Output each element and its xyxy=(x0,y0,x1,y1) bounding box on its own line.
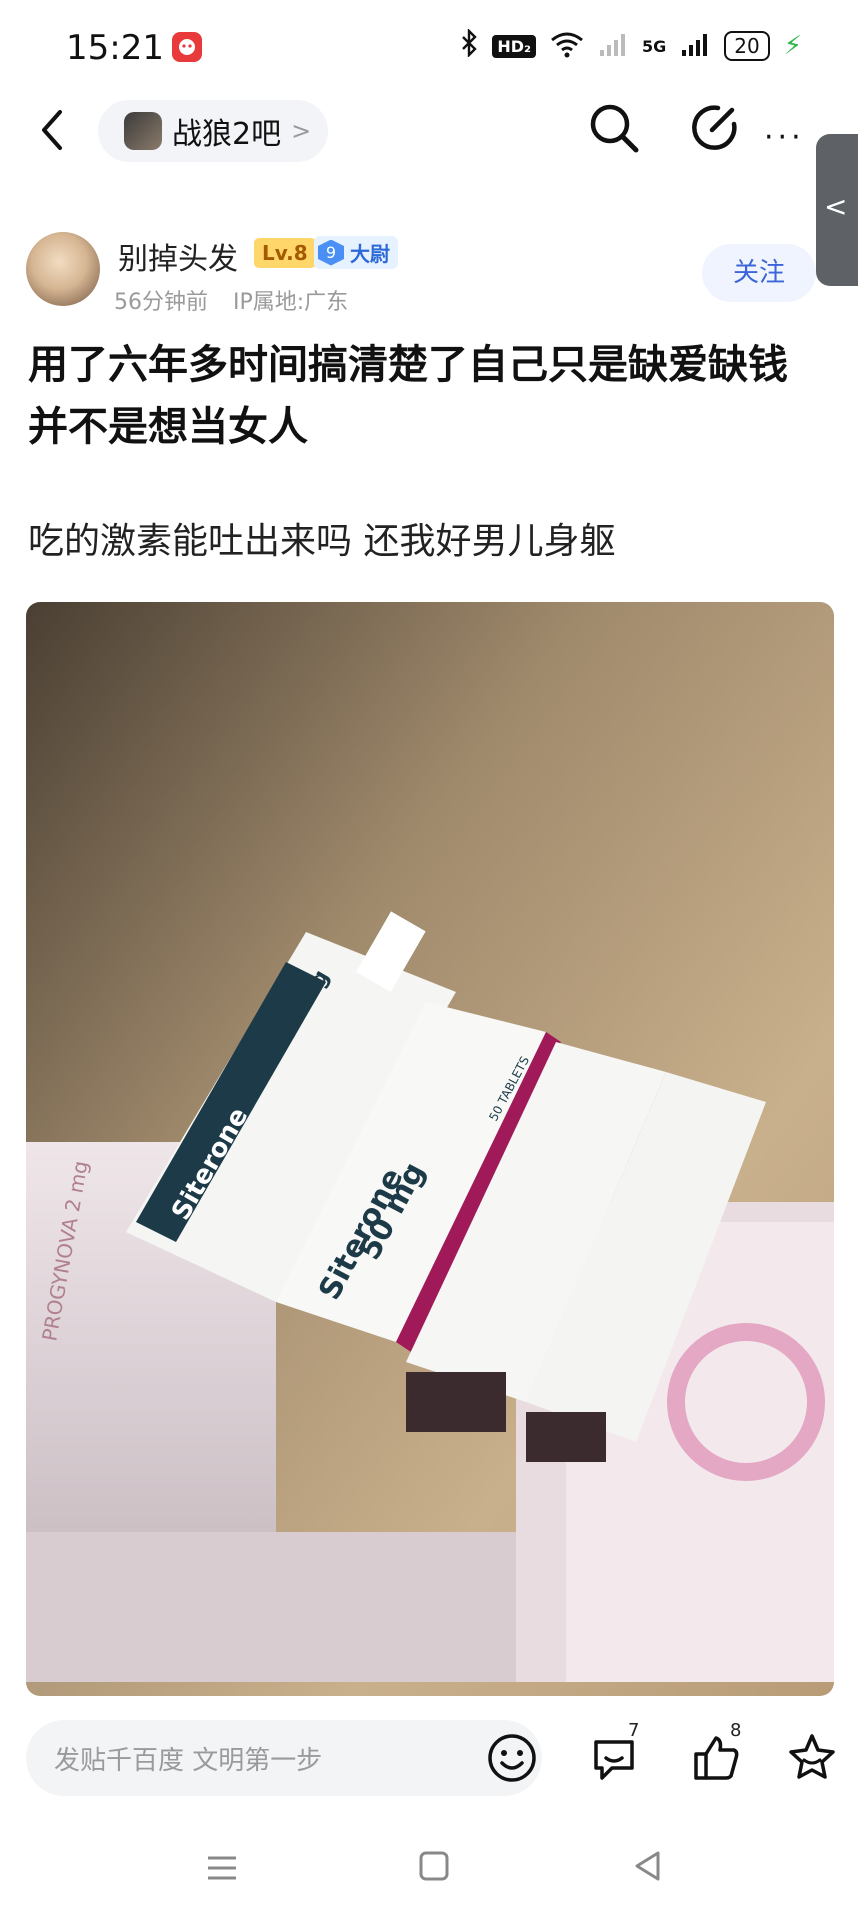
reply-input[interactable]: 发贴千百度 文明第一步 xyxy=(26,1720,542,1796)
rank-number: 9 xyxy=(318,239,344,266)
side-drawer-tab[interactable]: < xyxy=(816,134,858,286)
forum-name: 战狼2吧 xyxy=(172,117,282,152)
emoji-icon[interactable] xyxy=(484,1730,540,1786)
author-name[interactable]: 别掉头发 xyxy=(118,234,238,278)
more-icon[interactable]: ··· xyxy=(764,120,805,155)
bluetooth-icon xyxy=(460,28,478,63)
status-time: 15:21 xyxy=(66,28,164,68)
star-icon[interactable] xyxy=(782,1728,842,1788)
search-icon[interactable] xyxy=(584,98,644,158)
rank-badge: 9 大尉 xyxy=(314,236,398,269)
posted-time: 56分钟前 xyxy=(114,290,208,315)
like-count: 8 xyxy=(730,1720,742,1741)
post-meta: 56分钟前 IP属地:广东 xyxy=(114,284,348,316)
reply-placeholder: 发贴千百度 文明第一步 xyxy=(54,1746,323,1776)
follow-button[interactable]: 关注 xyxy=(702,244,816,302)
menu-icon[interactable] xyxy=(202,1848,242,1888)
author-avatar[interactable] xyxy=(26,232,100,306)
rank-title: 大尉 xyxy=(350,242,390,266)
comment-count: 7 xyxy=(628,1720,640,1741)
red-envelope-app-icon xyxy=(170,30,204,64)
chevron-right-icon: > xyxy=(291,117,312,145)
status-icons: HD₂ 5G 20 ⚡ xyxy=(460,26,802,66)
post-body: 吃的激素能吐出来吗 还我好男儿身躯 xyxy=(28,521,616,562)
home-icon[interactable] xyxy=(414,1846,454,1886)
forum-avatar xyxy=(124,112,162,150)
edit-icon[interactable] xyxy=(684,98,744,158)
ip-location: IP属地:广东 xyxy=(233,290,349,315)
chevron-left-icon: < xyxy=(824,190,848,223)
wifi-icon xyxy=(550,30,584,62)
forum-link[interactable]: 战狼2吧 > xyxy=(98,100,328,162)
signal-icon xyxy=(598,30,628,62)
charging-icon: ⚡ xyxy=(783,31,802,61)
level-badge: Lv.8 xyxy=(254,238,316,268)
post-image[interactable]: PROGYNOVA 2 mg Siterone 50 mg Siterone 5… xyxy=(26,602,834,1696)
hd-icon: HD₂ xyxy=(492,34,537,58)
post-title: 用了六年多时间搞清楚了自己只是缺爱缺钱 并不是想当女人 xyxy=(28,342,788,450)
back-triangle-icon[interactable] xyxy=(628,1846,668,1886)
signal-5g-icon xyxy=(680,30,710,62)
battery-icon: 20 xyxy=(724,31,770,61)
signal-5g-label: 5G xyxy=(642,36,667,56)
back-button[interactable] xyxy=(30,100,74,160)
